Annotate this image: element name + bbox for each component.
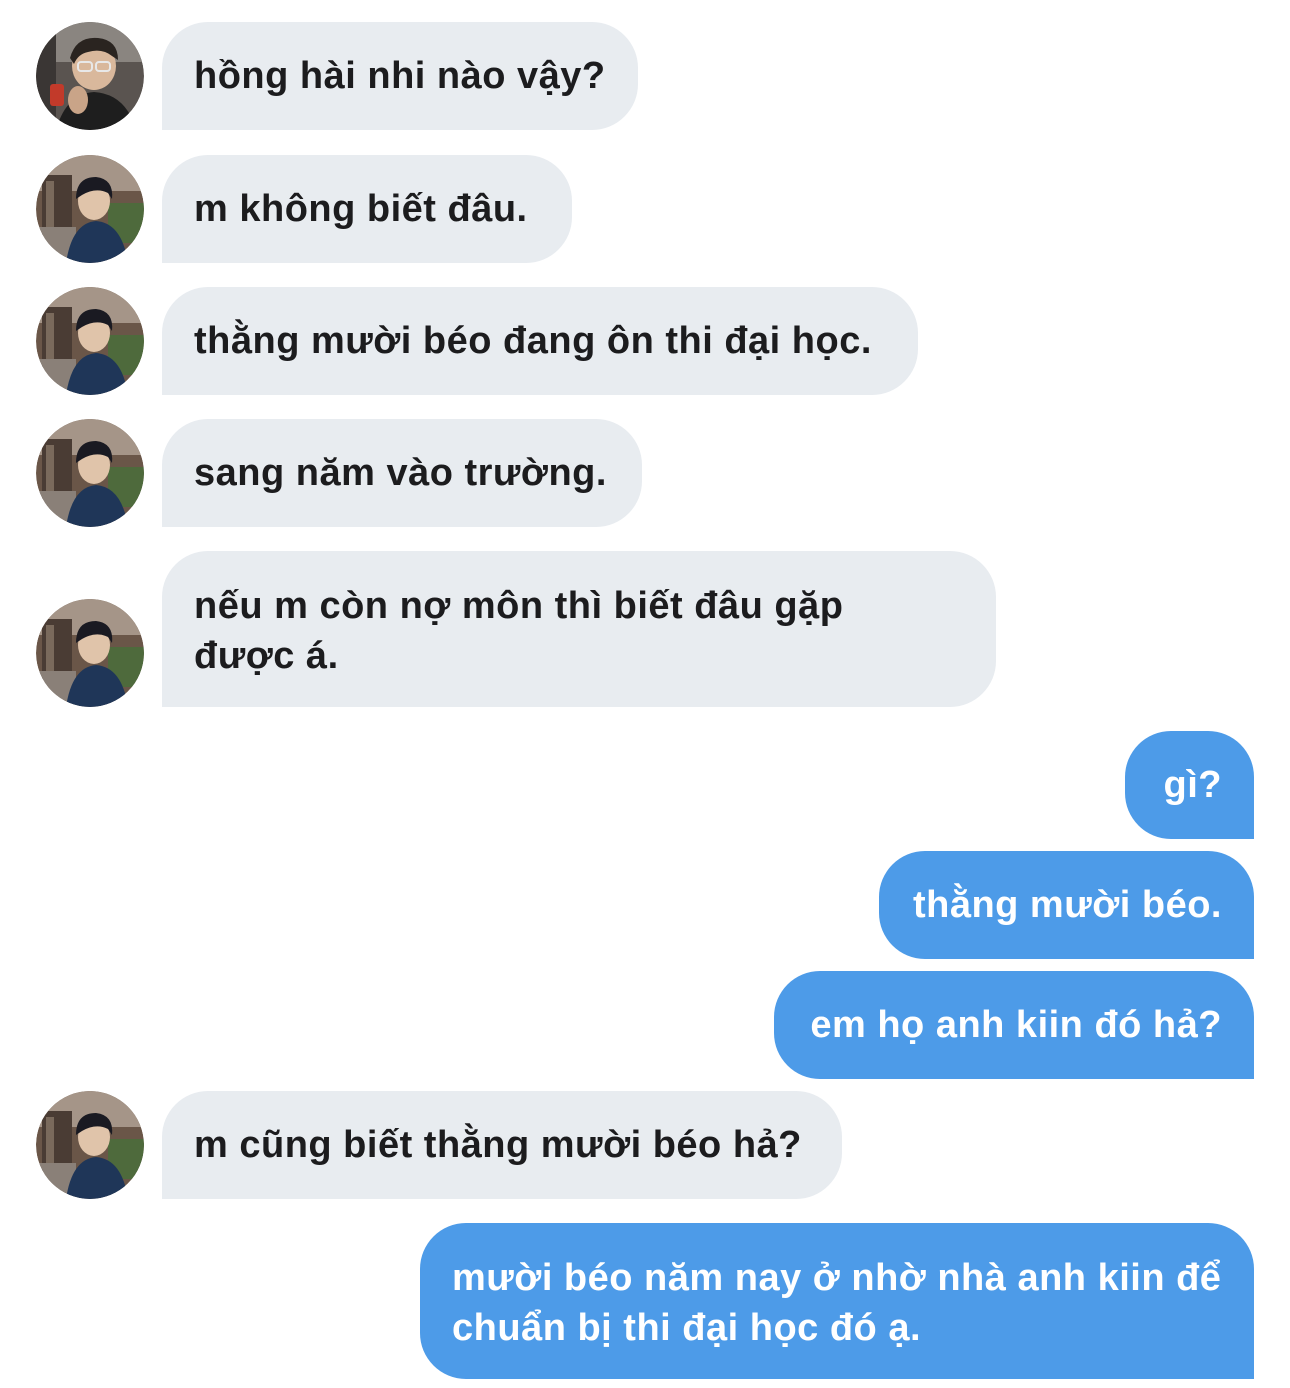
outgoing-message-bubble[interactable]: gì? — [1125, 731, 1254, 839]
avatar[interactable] — [36, 155, 144, 263]
message-text: mười béo năm nay ở nhờ nhà anh kiin để c… — [452, 1257, 1222, 1349]
avatar[interactable] — [36, 419, 144, 527]
avatar[interactable] — [36, 22, 144, 130]
outgoing-message-bubble[interactable]: mười béo năm nay ở nhờ nhà anh kiin để c… — [420, 1223, 1254, 1379]
incoming-message-bubble[interactable]: hồng hài nhi nào vậy? — [162, 22, 638, 130]
avatar[interactable] — [36, 1091, 144, 1199]
avatar-image — [36, 22, 144, 130]
avatar-image — [36, 419, 144, 527]
incoming-message-bubble[interactable]: m không biết đâu. — [162, 155, 572, 263]
outgoing-message-bubble[interactable]: em họ anh kiin đó hả? — [774, 971, 1254, 1079]
avatar[interactable] — [36, 599, 144, 707]
message-text: nếu m còn nợ môn thì biết đâu gặp được á… — [194, 585, 844, 677]
incoming-message-bubble[interactable]: sang năm vào trường. — [162, 419, 642, 527]
avatar-image — [36, 1091, 144, 1199]
avatar-image — [36, 287, 144, 395]
incoming-message-bubble[interactable]: m cũng biết thằng mười béo hả? — [162, 1091, 842, 1199]
avatar-image — [36, 599, 144, 707]
incoming-message-bubble[interactable]: thằng mười béo đang ôn thi đại học. — [162, 287, 918, 395]
avatar-image — [36, 155, 144, 263]
avatar[interactable] — [36, 287, 144, 395]
outgoing-message-bubble[interactable]: thằng mười béo. — [879, 851, 1254, 959]
incoming-message-bubble[interactable]: nếu m còn nợ môn thì biết đâu gặp được á… — [162, 551, 996, 707]
